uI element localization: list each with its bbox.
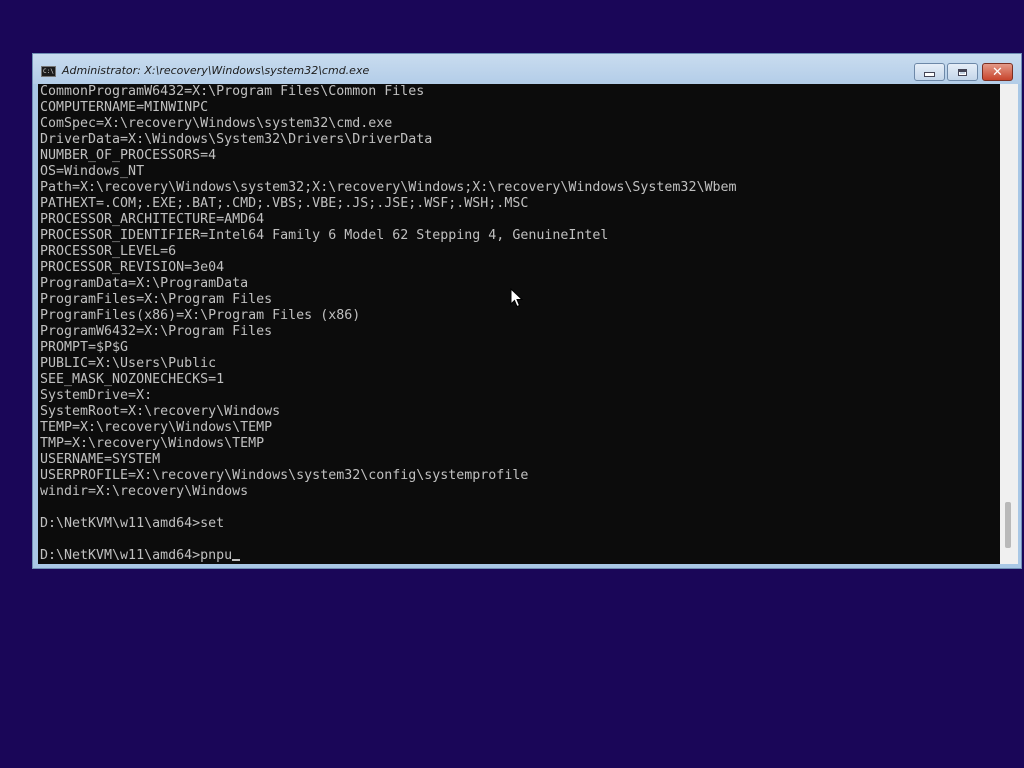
- console-line: PROCESSOR_LEVEL=6: [40, 244, 736, 260]
- close-icon: ✕: [992, 64, 1003, 80]
- cmd-icon: C:\: [41, 66, 56, 77]
- console-line: DriverData=X:\Windows\System32\Drivers\D…: [40, 132, 736, 148]
- console-line-text: windir=X:\recovery\Windows: [40, 484, 249, 499]
- console-line: windir=X:\recovery\Windows: [40, 484, 736, 500]
- console-line: ProgramFiles=X:\Program Files: [40, 292, 736, 308]
- console-line-text: PUBLIC=X:\Users\Public: [40, 356, 217, 371]
- text-cursor: [232, 559, 241, 561]
- console-line: OS=Windows_NT: [40, 164, 736, 180]
- console-line: ProgramFiles(x86)=X:\Program Files (x86): [40, 308, 736, 324]
- console-line-text: USERNAME=SYSTEM: [40, 452, 161, 467]
- console-line: TMP=X:\recovery\Windows\TEMP: [40, 436, 736, 452]
- console-line-text: USERPROFILE=X:\recovery\Windows\system32…: [40, 468, 529, 483]
- console-line-text: PROCESSOR_ARCHITECTURE=AMD64: [40, 212, 265, 227]
- minimize-icon: [924, 71, 935, 77]
- console-line: USERNAME=SYSTEM: [40, 452, 736, 468]
- console-line: PROMPT=$P$G: [40, 340, 736, 356]
- console-line: PROCESSOR_ARCHITECTURE=AMD64: [40, 212, 736, 228]
- maximize-button[interactable]: [947, 63, 978, 81]
- desktop: C:\ Administrator: X:\recovery\Windows\s…: [0, 0, 1024, 768]
- console-line-text: PROCESSOR_LEVEL=6: [40, 244, 177, 259]
- maximize-icon: [958, 68, 967, 76]
- close-button[interactable]: ✕: [982, 63, 1013, 81]
- console-line: SEE_MASK_NOZONECHECKS=1: [40, 372, 736, 388]
- console-line-text: D:\NetKVM\w11\amd64>set: [40, 516, 225, 531]
- console-line-text: OS=Windows_NT: [40, 164, 145, 179]
- cmd-window[interactable]: C:\ Administrator: X:\recovery\Windows\s…: [32, 53, 1022, 569]
- console-line: COMPUTERNAME=MINWINPC: [40, 100, 736, 116]
- console-line: PROCESSOR_IDENTIFIER=Intel64 Family 6 Mo…: [40, 228, 736, 244]
- scrollbar-thumb[interactable]: [1005, 502, 1011, 548]
- console-line-text: PROMPT=$P$G: [40, 340, 129, 355]
- console-line-text: ComSpec=X:\recovery\Windows\system32\cmd…: [40, 116, 393, 131]
- console-line-text: NUMBER_OF_PROCESSORS=4: [40, 148, 217, 163]
- console-line: NUMBER_OF_PROCESSORS=4: [40, 148, 736, 164]
- console-line-text: TMP=X:\recovery\Windows\TEMP: [40, 436, 265, 451]
- console-line: PROCESSOR_REVISION=3e04: [40, 260, 736, 276]
- console-line-text: Path=X:\recovery\Windows\system32;X:\rec…: [40, 180, 737, 195]
- console-line: USERPROFILE=X:\recovery\Windows\system32…: [40, 468, 736, 484]
- console-line: D:\NetKVM\w11\amd64>pnpu: [40, 548, 736, 564]
- console-line: ComSpec=X:\recovery\Windows\system32\cmd…: [40, 116, 736, 132]
- console-line: CommonProgramW6432=X:\Program Files\Comm…: [40, 84, 736, 100]
- console-line-text: DriverData=X:\Windows\System32\Drivers\D…: [40, 132, 433, 147]
- console-line-text: ProgramFiles=X:\Program Files: [40, 292, 273, 307]
- vertical-scrollbar[interactable]: [1000, 84, 1018, 564]
- title-bar[interactable]: C:\ Administrator: X:\recovery\Windows\s…: [33, 54, 1021, 84]
- console-line-text: D:\NetKVM\w11\amd64>pnpu: [40, 548, 233, 563]
- console-line: SystemDrive=X:: [40, 388, 736, 404]
- console-line-text: COMPUTERNAME=MINWINPC: [40, 100, 209, 115]
- console-line: TEMP=X:\recovery\Windows\TEMP: [40, 420, 736, 436]
- console-output[interactable]: CommonProgramW6432=X:\Program Files\Comm…: [38, 84, 1000, 564]
- console-line-text: SEE_MASK_NOZONECHECKS=1: [40, 372, 225, 387]
- console-line: SystemRoot=X:\recovery\Windows: [40, 404, 736, 420]
- console-line-text: ProgramW6432=X:\Program Files: [40, 324, 273, 339]
- console-line-text: ProgramData=X:\ProgramData: [40, 276, 249, 291]
- mouse-pointer-icon: [510, 288, 524, 308]
- console-text: CommonProgramW6432=X:\Program Files\Comm…: [40, 84, 736, 564]
- console-line-text: ProgramFiles(x86)=X:\Program Files (x86): [40, 308, 361, 323]
- console-line: ProgramW6432=X:\Program Files: [40, 324, 736, 340]
- cmd-icon-label: C:\: [43, 68, 54, 75]
- console-line-text: CommonProgramW6432=X:\Program Files\Comm…: [40, 84, 425, 99]
- console-line-text: SystemDrive=X:: [40, 388, 153, 403]
- window-title: Administrator: X:\recovery\Windows\syste…: [62, 64, 370, 77]
- console-line: PATHEXT=.COM;.EXE;.BAT;.CMD;.VBS;.VBE;.J…: [40, 196, 736, 212]
- console-line: ProgramData=X:\ProgramData: [40, 276, 736, 292]
- console-line-text: PROCESSOR_IDENTIFIER=Intel64 Family 6 Mo…: [40, 228, 609, 243]
- console-line: PUBLIC=X:\Users\Public: [40, 356, 736, 372]
- console-line-text: SystemRoot=X:\recovery\Windows: [40, 404, 281, 419]
- console-line-text: PATHEXT=.COM;.EXE;.BAT;.CMD;.VBS;.VBE;.J…: [40, 196, 529, 211]
- console-line-text: PROCESSOR_REVISION=3e04: [40, 260, 225, 275]
- console-line: Path=X:\recovery\Windows\system32;X:\rec…: [40, 180, 736, 196]
- console-line: D:\NetKVM\w11\amd64>set: [40, 516, 736, 532]
- console-line-text: TEMP=X:\recovery\Windows\TEMP: [40, 420, 273, 435]
- minimize-button[interactable]: [914, 63, 945, 81]
